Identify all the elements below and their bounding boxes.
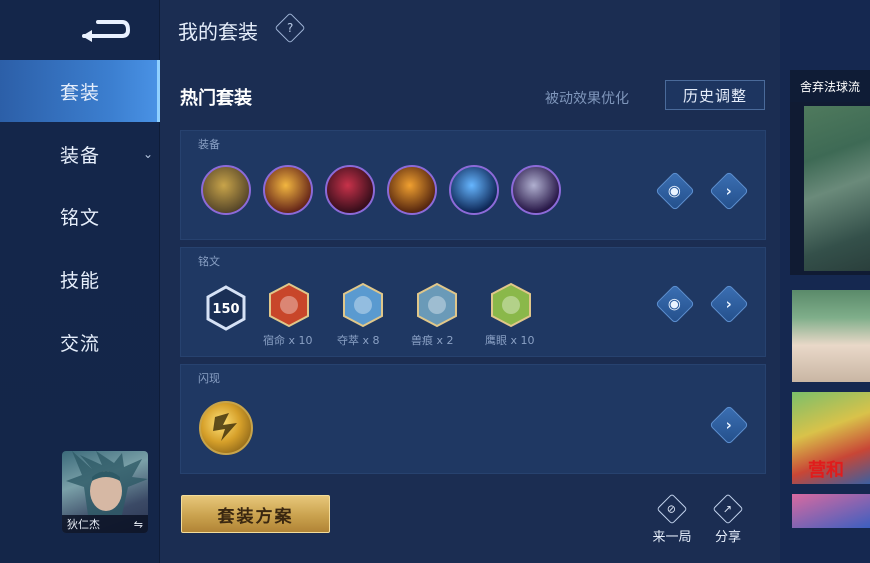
next-runes-button[interactable]: ›	[709, 284, 749, 324]
equipment-label: 装备	[198, 138, 220, 151]
featured-video-card[interactable]: 舍弃法球流	[790, 70, 870, 275]
hero-avatar[interactable]: 狄仁杰 ⇋	[62, 451, 148, 533]
video-thumbnail-4[interactable]	[792, 494, 870, 528]
green-rune-icon[interactable]	[489, 282, 533, 328]
recommendation-column: 舍弃法球流 营和	[780, 0, 870, 563]
sidebar-item-runes[interactable]: 铭文	[0, 185, 160, 247]
rune-count-label: 宿命 x 10	[263, 334, 313, 347]
rematch-button[interactable]: ⊘ 来一局	[647, 493, 697, 545]
view-runes-button[interactable]: ◉	[655, 284, 695, 324]
skill-label: 闪现	[198, 372, 220, 385]
share-label: 分享	[714, 530, 741, 545]
eye-icon: ◉	[668, 181, 682, 200]
rune-label: 铭文	[198, 255, 220, 268]
rune-panel: 铭文 150 宿命 x 10 夺萃 x 8 兽痕 x 2 鹰眼 x 10 ◉ ›	[180, 247, 766, 357]
video-thumbnail-2[interactable]	[792, 290, 870, 382]
sidebar-item-label: 交流	[59, 332, 100, 355]
svg-text:150: 150	[212, 302, 239, 317]
history-adjust-button[interactable]: 历史调整	[665, 80, 765, 110]
chevron-right-icon: ›	[725, 294, 733, 313]
section-title: 热门套装	[180, 88, 252, 109]
flash-skill-icon[interactable]	[199, 401, 253, 455]
golden-blade-icon[interactable]	[263, 165, 313, 215]
rune-count-label: 兽痕 x 2	[411, 334, 454, 347]
sidebar-item-equipment[interactable]: 装备 ⌄	[0, 123, 160, 185]
rune-count-label: 夺萃 x 8	[337, 334, 380, 347]
sidebar-item-label: 装备	[59, 144, 100, 167]
passive-optimization-link[interactable]: 被动效果优化	[545, 88, 629, 108]
sidebar-item-label: 铭文	[59, 206, 100, 229]
swap-icon[interactable]: ⇋	[134, 518, 143, 531]
red-rune-icon[interactable]	[267, 282, 311, 328]
set-plan-button[interactable]: 套装方案	[181, 495, 330, 533]
hero-name: 狄仁杰	[67, 518, 100, 531]
sidebar-item-label: 技能	[59, 269, 100, 292]
video-title: 舍弃法球流	[790, 70, 870, 102]
hero-name-bar: 狄仁杰 ⇋	[62, 515, 148, 533]
equipment-panel: 装备 ◉ ›	[180, 130, 766, 240]
help-icon[interactable]: ?	[274, 12, 306, 44]
purple-gauntlet-icon[interactable]	[511, 165, 561, 215]
rematch-label: 来一局	[652, 530, 692, 545]
blue-rune-icon[interactable]	[341, 282, 385, 328]
share-button[interactable]: ↗ 分享	[703, 493, 753, 545]
chevron-right-icon: ›	[725, 415, 733, 434]
video-thumbnail	[804, 106, 870, 271]
sidebar-item-skills[interactable]: 技能	[0, 248, 160, 310]
rune-level-badge: 150	[206, 285, 246, 331]
skill-panel: 闪现 ›	[180, 364, 766, 474]
thumbnail-caption: 营和	[808, 460, 844, 481]
flame-staff-icon[interactable]	[387, 165, 437, 215]
sidebar-item-community[interactable]: 交流	[0, 311, 160, 373]
next-skill-button[interactable]: ›	[709, 405, 749, 445]
boots-icon[interactable]	[201, 165, 251, 215]
rune-count-label: 鹰眼 x 10	[485, 334, 535, 347]
sidebar: 套装 装备 ⌄ 铭文 技能 交流 狄仁杰 ⇋	[0, 0, 160, 563]
controller-icon: ⊘	[656, 493, 688, 525]
chevron-right-icon: ›	[725, 181, 733, 200]
hero-portrait-icon	[66, 451, 148, 515]
page-title: 我的套装	[178, 20, 258, 44]
sidebar-item-label: 套装	[59, 81, 100, 104]
back-arrow-icon	[82, 20, 131, 42]
ice-sword-icon[interactable]	[449, 165, 499, 215]
share-icon: ↗	[712, 493, 744, 525]
crimson-spear-icon[interactable]	[325, 165, 375, 215]
main-content: 我的套装 ? 热门套装 被动效果优化 历史调整 装备 ◉ › 铭文 150 宿命…	[161, 0, 780, 563]
back-button[interactable]	[78, 14, 132, 44]
next-equipment-button[interactable]: ›	[709, 171, 749, 211]
view-equipment-button[interactable]: ◉	[655, 171, 695, 211]
blue-rune-icon[interactable]	[415, 282, 459, 328]
chevron-down-icon: ⌄	[143, 147, 155, 161]
eye-icon: ◉	[668, 294, 682, 313]
sidebar-item-sets[interactable]: 套装	[0, 60, 160, 122]
